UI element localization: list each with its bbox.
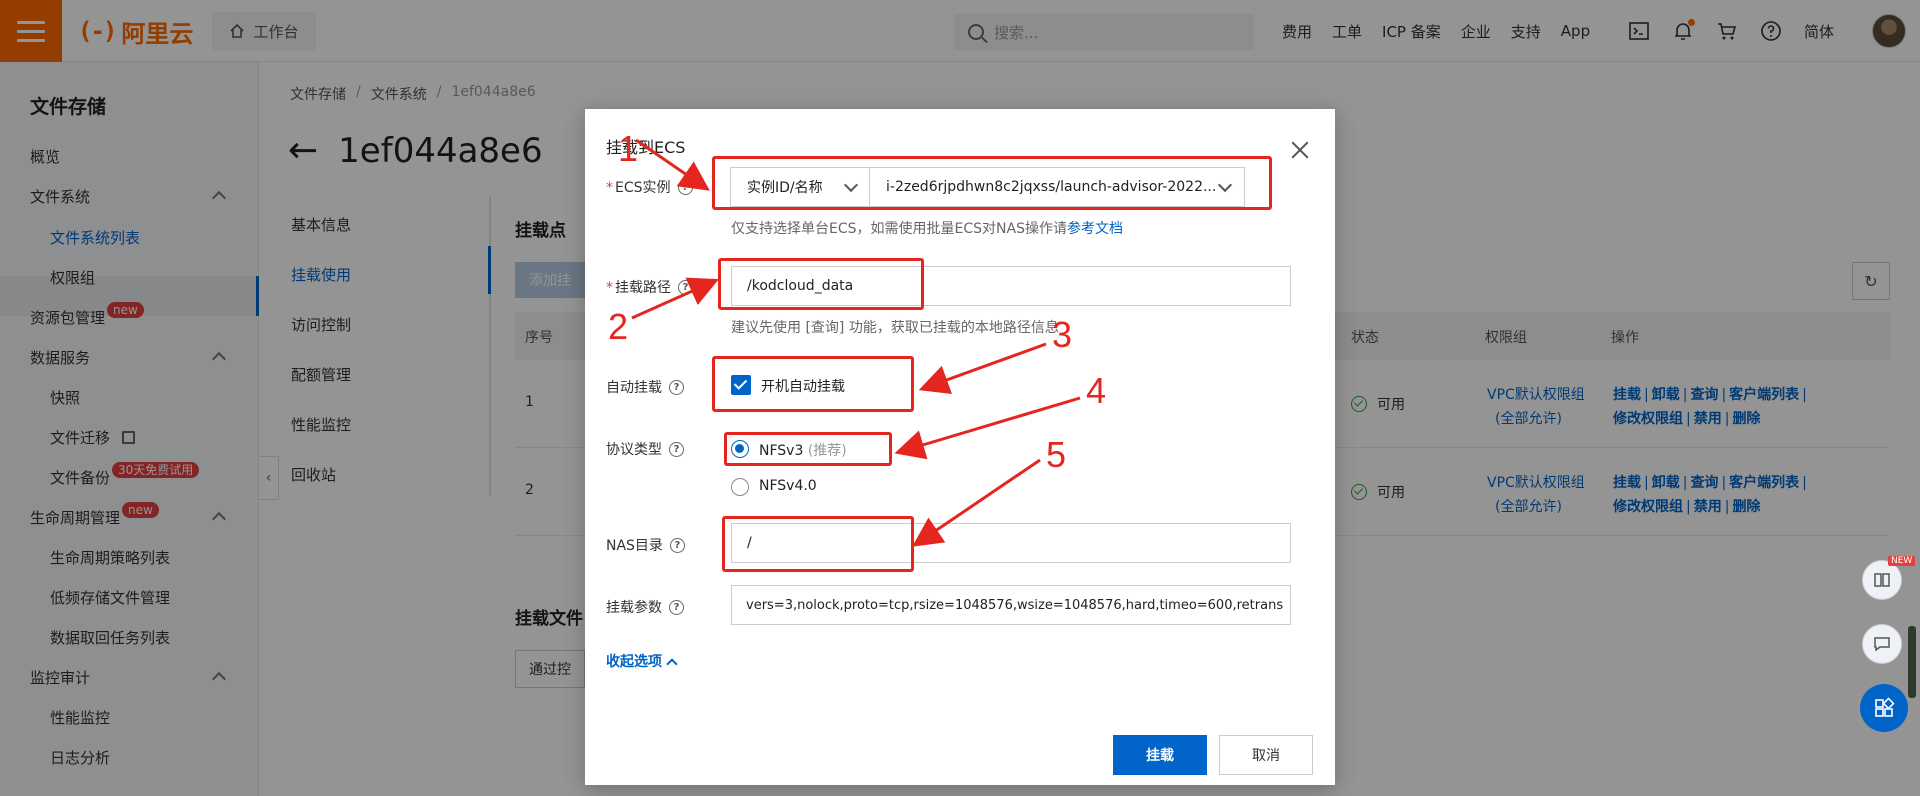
path-label: * 挂载路径? [606,277,693,297]
path-hint: 建议先使用 [查询] 功能，获取已挂载的本地路径信息 [731,320,1059,336]
protocol-label: 协议类型? [606,439,684,459]
nas-dir-label: NAS目录? [606,535,685,555]
nfsv4-radio[interactable] [731,478,749,496]
annotation-number-3: 3 [1052,314,1073,355]
reference-doc-link[interactable]: 参考文档 [1067,221,1123,237]
help-icon[interactable]: ? [678,279,693,295]
chat-icon [1874,637,1890,652]
chat-float-button[interactable] [1862,624,1902,664]
label-text: 自动挂载 [606,380,662,396]
label-text: 挂载路径 [615,280,671,296]
help-icon[interactable]: ? [669,441,684,457]
annotation-box-ecs [712,156,1272,210]
mount-params-input[interactable]: vers=3,nolock,proto=tcp,rsize=1048576,ws… [731,585,1291,625]
grid-icon [1875,697,1895,717]
label-text: NAS目录 [606,538,663,554]
collapse-options-link[interactable]: 收起选项 [606,651,678,671]
label-text: ECS实例 [615,180,671,196]
hint-text: 仅支持选择单台ECS，如需使用批量ECS对NAS操作请 [731,221,1067,237]
annotation-number-4: 4 [1086,370,1107,411]
volume-meter [1908,626,1916,698]
ecs-label: * ECS实例? [606,177,693,197]
help-icon[interactable]: ? [669,379,684,395]
auto-mount-label: 自动挂载? [606,377,684,397]
label-text: 挂载参数 [606,600,662,616]
link-text: 收起选项 [606,654,662,670]
ecs-hint: 仅支持选择单台ECS，如需使用批量ECS对NAS操作请参考文档 [731,218,1123,238]
annotation-box-protocol [724,432,892,466]
label-text: 协议类型 [606,442,662,458]
annotation-number-5: 5 [1046,434,1067,475]
help-icon[interactable]: ? [669,599,684,615]
docs-float-button[interactable] [1862,560,1902,600]
new-tag: NEW [1888,556,1916,566]
annotation-number-2: 2 [608,306,629,347]
apps-float-button[interactable] [1860,684,1908,732]
book-icon [1874,573,1890,587]
nfsv4-option[interactable]: NFSv4.0 [759,478,817,494]
annotation-number-1: 1 [618,128,639,169]
help-icon[interactable]: ? [669,537,685,553]
chevron-up-icon [666,657,678,670]
mount-to-ecs-dialog: 挂载到ECS * ECS实例? 实例ID/名称 i-2zed6rjpdhwn8c2… [585,109,1335,785]
annotation-box-auto [712,356,914,412]
annotation-box-nas [722,516,914,572]
help-icon[interactable]: ? [677,179,693,195]
annotation-box-path [718,258,924,310]
close-icon[interactable] [1291,141,1309,159]
cancel-button[interactable]: 取消 [1219,735,1313,775]
params-label: 挂载参数? [606,597,684,617]
mount-confirm-button[interactable]: 挂载 [1113,735,1207,775]
